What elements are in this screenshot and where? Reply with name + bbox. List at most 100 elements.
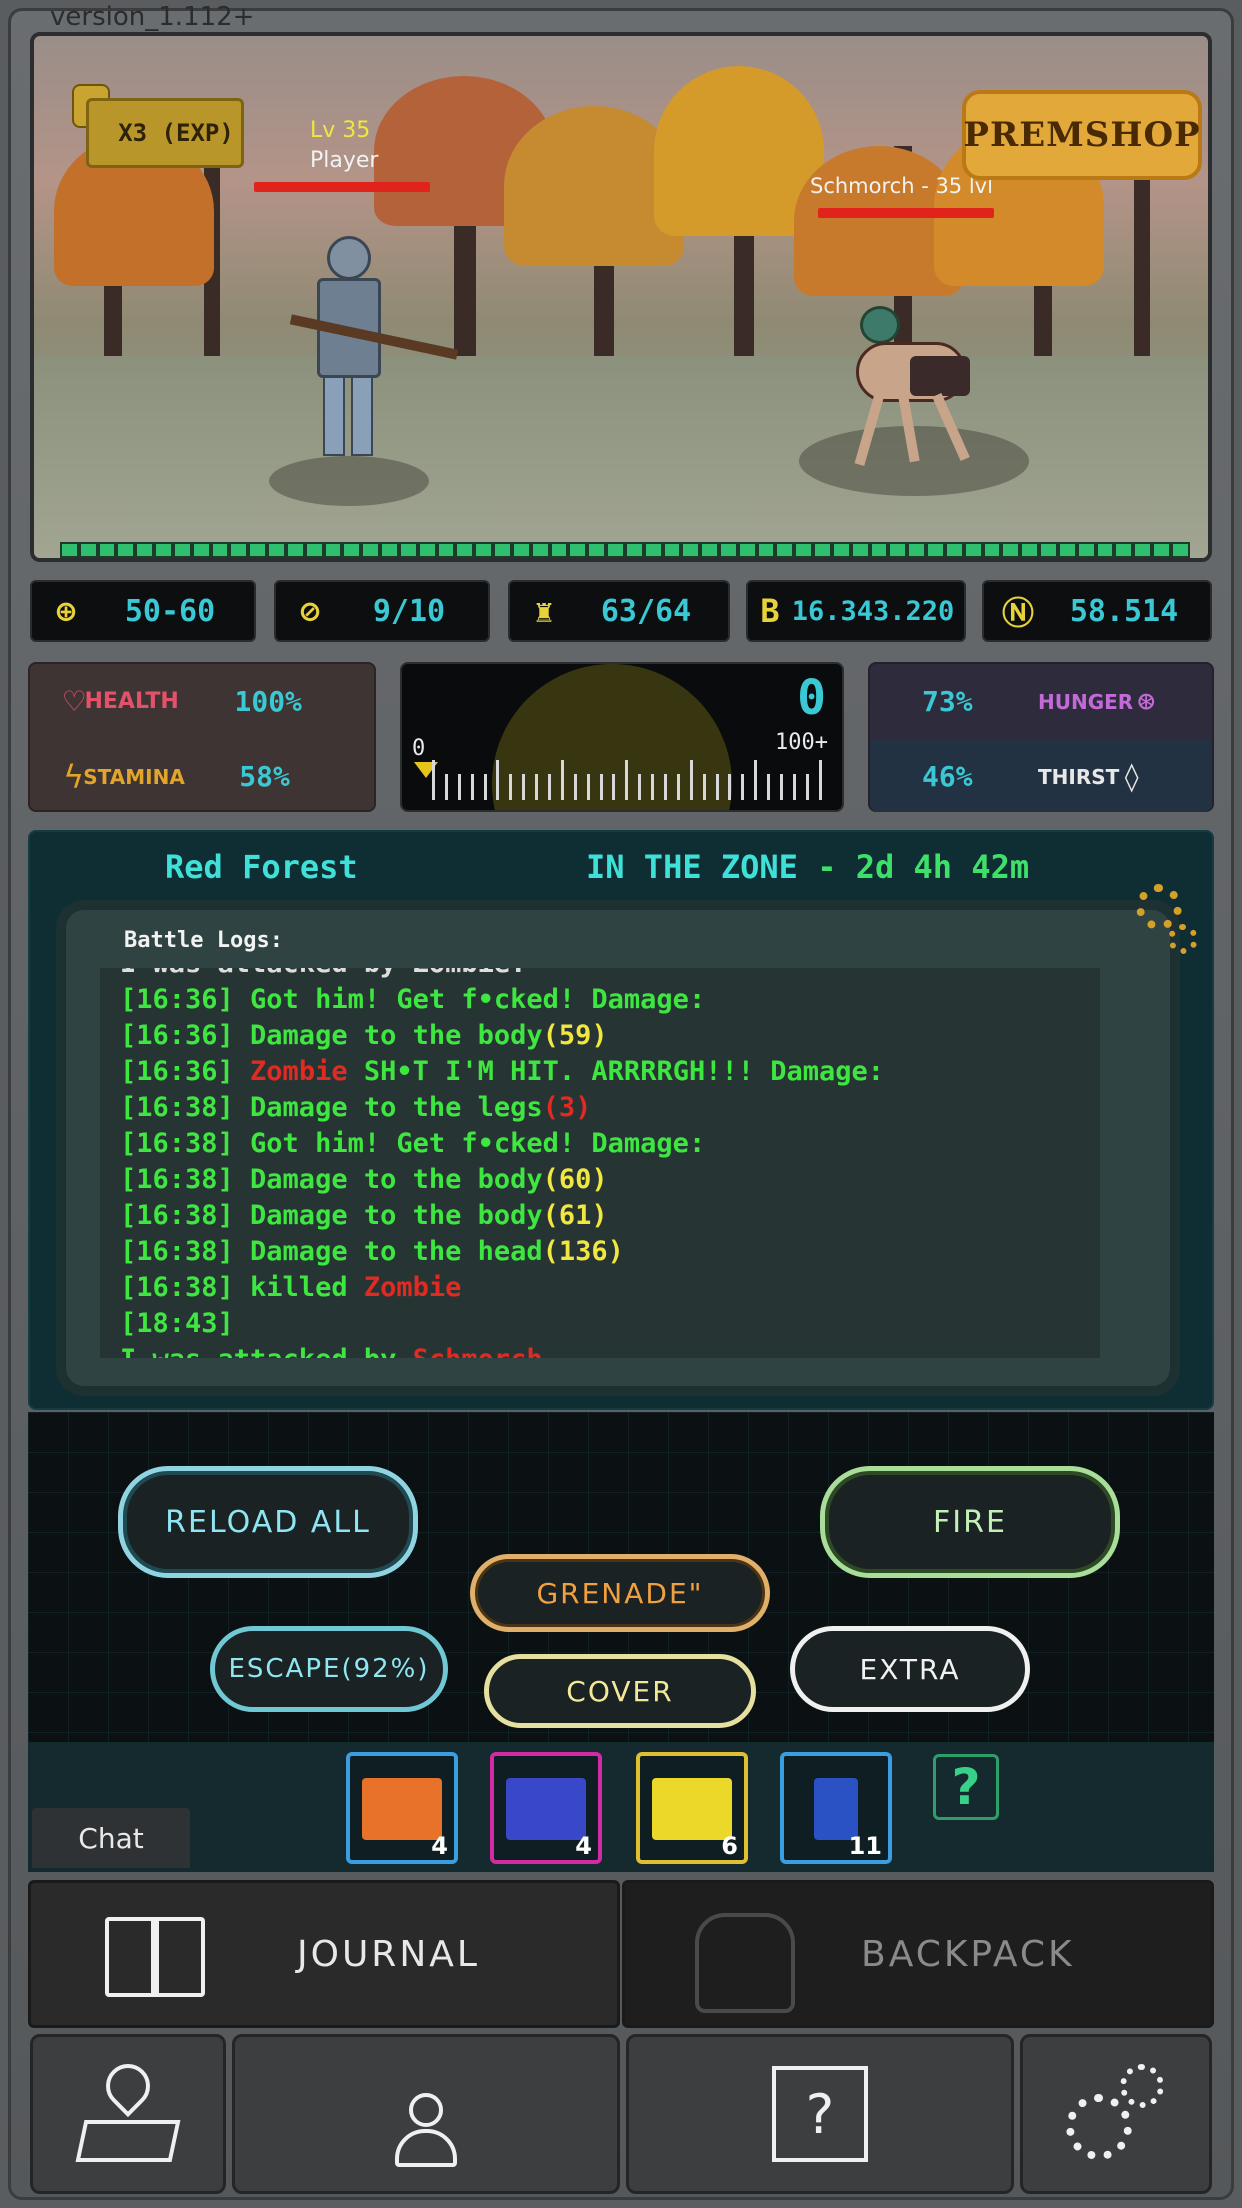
battle-log-frame: Battle Logs: I was attacked by Zombie. [… xyxy=(56,900,1180,1396)
radiation-scale xyxy=(432,760,822,800)
log-text: . xyxy=(543,1344,559,1358)
log-line: [16:38] Damage to the head(136) xyxy=(100,1234,1100,1270)
weight-value: 63/64 xyxy=(600,593,692,629)
quest-map-icon: ? xyxy=(772,2066,868,2162)
log-title: Battle Logs: xyxy=(124,928,283,953)
cover-button[interactable]: COVER xyxy=(484,1654,756,1728)
chat-tab[interactable]: Chat xyxy=(32,1808,190,1868)
book-icon xyxy=(105,1911,205,1997)
thirst-label: THIRST xyxy=(1038,764,1120,789)
action-progress-bar xyxy=(60,542,1190,558)
health-value: 100% xyxy=(234,685,302,718)
log-line: [18:43] xyxy=(100,1306,1100,1342)
inventory-slot[interactable]: 6 xyxy=(636,1752,748,1864)
item-count: 4 xyxy=(575,1832,592,1860)
radiation-value: 0 xyxy=(797,670,826,726)
inventory-slot[interactable]: 4 xyxy=(490,1752,602,1864)
health-stamina-panel: ♡ HEALTH 100% ϟ STAMINA 58% xyxy=(28,662,376,812)
settings-nav-button[interactable] xyxy=(1020,2034,1212,2194)
hunger-label: HUNGER xyxy=(1038,689,1134,714)
inventory-slot[interactable]: 4 xyxy=(346,1752,458,1864)
item-count: 4 xyxy=(431,1832,448,1860)
ammo-icon xyxy=(814,1778,858,1840)
health-label: HEALTH xyxy=(84,689,179,714)
quests-nav-button[interactable]: ? xyxy=(626,2034,1014,2194)
weight-icon: ♜ xyxy=(534,592,554,630)
cutlery-icon: ⊛ xyxy=(1137,684,1156,719)
extra-button[interactable]: EXTRA xyxy=(790,1626,1030,1712)
radiation-min-label: 0 xyxy=(412,736,426,761)
backpack-icon xyxy=(695,1913,795,2013)
stamina-row: ϟ STAMINA 58% xyxy=(30,739,374,814)
character-nav-button[interactable] xyxy=(232,2034,620,2194)
version-label: version_1.112+ xyxy=(50,2,255,32)
location-name: Red Forest xyxy=(165,848,358,886)
log-highlight: Schmorch xyxy=(413,1344,543,1358)
quick-inventory: 4 4 6 11 ? xyxy=(28,1742,1214,1872)
thirst-row: 46% THIRST ◊ xyxy=(870,739,1212,814)
log-text: [16:36] xyxy=(120,1056,251,1087)
log-text: [16:38] Damage to the body xyxy=(120,1164,543,1195)
player-health-bar xyxy=(254,182,430,192)
ammo-value: 9/10 xyxy=(372,593,446,629)
log-text: [18:43] xyxy=(120,1308,234,1339)
accuracy-value: 50-60 xyxy=(124,593,216,629)
item-count: 11 xyxy=(848,1832,882,1860)
radiation-max-label: 100+ xyxy=(775,730,828,755)
escape-button[interactable]: ESCAPE(92%) xyxy=(210,1626,448,1712)
log-line: [16:36] Damage to the body(59) xyxy=(100,1018,1100,1054)
map-nav-button[interactable] xyxy=(30,2034,226,2194)
log-line: [16:38] Got him! Get f•cked! Damage: xyxy=(100,1126,1100,1162)
item-count: 6 xyxy=(721,1832,738,1860)
log-text: [16:38] Damage to the head xyxy=(120,1236,543,1267)
hunger-value: 73% xyxy=(922,685,973,718)
log-highlight: (136) xyxy=(542,1236,624,1267)
gear-icon[interactable] xyxy=(1136,884,1182,930)
journal-label: JOURNAL xyxy=(297,1933,480,1975)
battle-log[interactable]: I was attacked by Zombie. [16:36] Got hi… xyxy=(100,968,1100,1358)
exp-multiplier-badge[interactable]: X3 (EXP) xyxy=(86,98,244,168)
log-highlight: (3) xyxy=(542,1092,592,1123)
accuracy-stat: ⊕ 50-60 xyxy=(30,580,256,642)
journal-tab[interactable]: JOURNAL xyxy=(28,1880,620,2028)
n-coin-stat: Ⓝ 58.514 xyxy=(982,580,1212,642)
bitcoin-icon: B xyxy=(760,592,780,630)
help-button[interactable]: ? xyxy=(933,1754,999,1820)
yellow-antirad-icon xyxy=(652,1778,732,1840)
log-line: [16:38] Damage to the body(61) xyxy=(100,1198,1100,1234)
drop-icon: ◊ xyxy=(1123,760,1141,793)
hunger-thirst-panel: 73% HUNGER ⊛ 46% THIRST ◊ xyxy=(868,662,1214,812)
person-skills-icon xyxy=(371,2059,481,2169)
stamina-label: STAMINA xyxy=(83,764,185,789)
player-name: Player xyxy=(310,148,379,173)
log-text: [16:36] Got him! Get f•cked! Damage: xyxy=(120,984,706,1015)
ground xyxy=(34,356,1208,558)
n-coin-value: 58.514 xyxy=(1069,593,1179,629)
heart-icon: ♡ xyxy=(64,681,85,722)
thirst-value: 46% xyxy=(922,760,973,793)
log-text: [16:36] Damage to the body xyxy=(120,1020,543,1051)
premshop-button[interactable]: PREMSHOP xyxy=(962,90,1202,180)
bitcoin-stat: B 16.343.220 xyxy=(746,580,966,642)
n-coin-icon: Ⓝ xyxy=(1001,594,1034,632)
zone-state-label: IN THE ZONE xyxy=(586,848,798,886)
log-text: I was attacked by xyxy=(120,1344,413,1358)
log-text: SH•T I'M HIT. ARRRRGH!!! Damage: xyxy=(347,1056,885,1087)
zone-time: 2d 4h 42m xyxy=(855,848,1030,886)
log-text: [16:38] killed xyxy=(120,1272,364,1303)
crosshair-icon: ⊕ xyxy=(56,592,76,630)
backpack-tab[interactable]: BACKPACK xyxy=(622,1880,1214,2028)
reload-all-button[interactable]: RELOAD ALL xyxy=(118,1466,418,1578)
log-line: [16:38] Damage to the legs(3) xyxy=(100,1090,1100,1126)
enemy-health-bar xyxy=(818,208,994,218)
enemy-label: Schmorch - 35 lvl xyxy=(810,174,993,198)
player-level: Lv 35 xyxy=(310,118,371,143)
enemy-sprite xyxy=(834,306,994,467)
inventory-slot[interactable]: 11 xyxy=(780,1752,892,1864)
fire-button[interactable]: FIRE xyxy=(820,1466,1120,1578)
grenade-button[interactable]: GRENADE" xyxy=(470,1554,770,1632)
log-line: [16:36] Zombie SH•T I'M HIT. ARRRRGH!!! … xyxy=(100,1054,1100,1090)
log-line: [16:36] Got him! Get f•cked! Damage: xyxy=(100,982,1100,1018)
log-line: [16:38] killed Zombie xyxy=(100,1270,1100,1306)
log-highlight: (59) xyxy=(542,1020,608,1051)
